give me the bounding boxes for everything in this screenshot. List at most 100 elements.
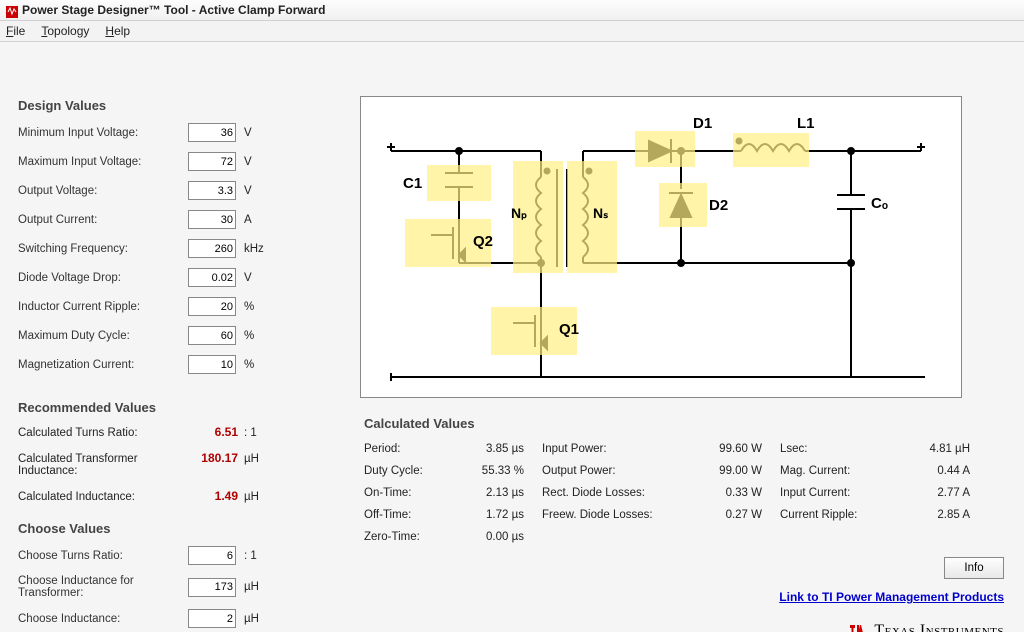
menu-file[interactable]: File: [6, 21, 25, 41]
design-value-input[interactable]: [188, 181, 236, 200]
calc-value: 0.44 A: [937, 465, 970, 477]
design-value-input[interactable]: [188, 297, 236, 316]
choose-label: Choose Inductance for Transformer:: [18, 575, 188, 599]
design-value-unit: V: [244, 156, 274, 168]
design-value-label: Maximum Duty Cycle:: [18, 330, 188, 342]
calc-row: Period: 3.85 µs: [364, 443, 524, 455]
calc-row: Lsec:4.81 µH: [780, 443, 970, 455]
calc-label: Input Power:: [542, 443, 607, 455]
design-value-row: Output Current:A: [18, 210, 338, 229]
calc-label: Rect. Diode Losses:: [542, 487, 645, 499]
design-value-label: Diode Voltage Drop:: [18, 272, 188, 284]
window-titlebar: Power Stage Designer™ Tool - Active Clam…: [0, 0, 1024, 21]
design-value-unit: %: [244, 301, 274, 313]
menu-help[interactable]: Help: [105, 21, 130, 41]
calc-value: 3.85 µs: [486, 443, 524, 455]
design-value-row: Diode Voltage Drop: V: [18, 268, 338, 287]
label-np: Nₚ: [511, 205, 527, 222]
recommended-suffix: : 1: [244, 427, 257, 439]
label-q1: Q1: [559, 321, 579, 338]
recommended-value: 180.17: [188, 451, 238, 465]
calc-row: Freew. Diode Losses:0.27 W: [542, 509, 762, 521]
design-value-input[interactable]: [188, 152, 236, 171]
recommended-label: Calculated Transformer Inductance:: [18, 453, 188, 477]
recommended-label: Calculated Inductance:: [18, 491, 188, 503]
design-value-unit: V: [244, 127, 274, 139]
calc-value: 55.33 %: [482, 465, 524, 477]
design-value-input[interactable]: [188, 123, 236, 142]
recommended-label: Calculated Turns Ratio:: [18, 427, 188, 439]
calc-value: 2.77 A: [937, 487, 970, 499]
recommended-title: Recommended Values: [18, 400, 338, 415]
label-co: Cₒ: [871, 195, 888, 212]
recommended-row: Calculated Transformer Inductance:180.17…: [18, 451, 338, 477]
label-d1: D1: [693, 115, 712, 132]
calc-label: Input Current:: [780, 487, 850, 499]
recommended-value: 1.49: [188, 489, 238, 503]
design-value-input[interactable]: [188, 239, 236, 258]
calc-row: Off-Time: 1.72 µs: [364, 509, 524, 521]
design-value-label: Output Voltage:: [18, 185, 188, 197]
calc-row: On-Time: 2.13 µs: [364, 487, 524, 499]
calc-row: Input Power: 99.60 W: [542, 443, 762, 455]
calc-label: Current Ripple:: [780, 509, 857, 521]
design-value-input[interactable]: [188, 210, 236, 229]
design-value-label: Output Current:: [18, 214, 188, 226]
window-title: Power Stage Designer™ Tool - Active Clam…: [22, 0, 325, 20]
choose-input[interactable]: [188, 609, 236, 628]
recommended-suffix: µH: [244, 491, 259, 503]
design-value-unit: %: [244, 330, 274, 342]
calc-row: Input Current: 2.77 A: [780, 487, 970, 499]
design-value-input[interactable]: [188, 326, 236, 345]
menu-topology[interactable]: Topology: [41, 21, 89, 41]
calc-row: Duty Cycle: 55.33 %: [364, 465, 524, 477]
choose-row: Choose Inductance for Transformer: µH: [18, 575, 338, 599]
design-value-input[interactable]: [188, 355, 236, 374]
link-ti-pm[interactable]: Link to TI Power Management Products: [779, 590, 1004, 604]
calc-value: 99.60 W: [719, 443, 762, 455]
calc-value: 99.00 W: [719, 465, 762, 477]
calc-value: 2.85 A: [937, 509, 970, 521]
choose-input[interactable]: [188, 578, 236, 597]
design-value-row: Output Voltage: V: [18, 181, 338, 200]
recommended-row: Calculated Turns Ratio:6.51 : 1: [18, 425, 338, 439]
calc-value: 1.72 µs: [486, 509, 524, 521]
calculated-title: Calculated Values: [364, 416, 1002, 431]
choose-title: Choose Values: [18, 521, 338, 536]
design-value-row: Maximum Input Voltage: V: [18, 152, 338, 171]
calc-value: 0.33 W: [726, 487, 762, 499]
calc-label: Off-Time:: [364, 509, 411, 521]
label-q2: Q2: [473, 233, 493, 250]
design-values-title: Design Values: [18, 98, 338, 113]
choose-input[interactable]: [188, 546, 236, 565]
calc-label: Duty Cycle:: [364, 465, 423, 477]
calc-label: On-Time:: [364, 487, 412, 499]
design-value-row: Minimum Input Voltage:V: [18, 123, 338, 142]
design-value-unit: %: [244, 359, 274, 371]
calc-value: 2.13 µs: [486, 487, 524, 499]
choose-row: Choose Turns Ratio:: 1: [18, 546, 338, 565]
ti-logo: Texas Instruments: [848, 622, 1004, 632]
choose-row: Choose Inductance:µH: [18, 609, 338, 628]
calc-row: Mag. Current:0.44 A: [780, 465, 970, 477]
choose-unit: µH: [244, 581, 274, 593]
menubar: File Topology Help: [0, 21, 1024, 42]
calculated-section: Calculated Values Period: 3.85 µs Duty Cyc…: [364, 416, 1002, 553]
calc-value: 0.00 µs: [486, 531, 524, 543]
content-area: Design Values Minimum Input Voltage:V Max…: [0, 42, 1024, 632]
info-button[interactable]: Info: [944, 557, 1004, 579]
choose-values-section: Choose Values Choose Turns Ratio:: 1Choo…: [18, 521, 338, 628]
calc-label: Period:: [364, 443, 400, 455]
recommended-value: 6.51: [188, 425, 238, 439]
calc-label: Zero-Time:: [364, 531, 420, 543]
design-value-input[interactable]: [188, 268, 236, 287]
design-value-unit: V: [244, 185, 274, 197]
calc-label: Output Power:: [542, 465, 616, 477]
design-value-unit: V: [244, 272, 274, 284]
design-value-label: Maximum Input Voltage:: [18, 156, 188, 168]
design-values-section: Design Values Minimum Input Voltage:V Max…: [18, 98, 338, 374]
recommended-section: Recommended Values Calculated Turns Rati…: [18, 400, 338, 503]
choose-unit: : 1: [244, 550, 274, 562]
calc-row: Current Ripple: 2.85 A: [780, 509, 970, 521]
design-value-row: Maximum Duty Cycle:%: [18, 326, 338, 345]
